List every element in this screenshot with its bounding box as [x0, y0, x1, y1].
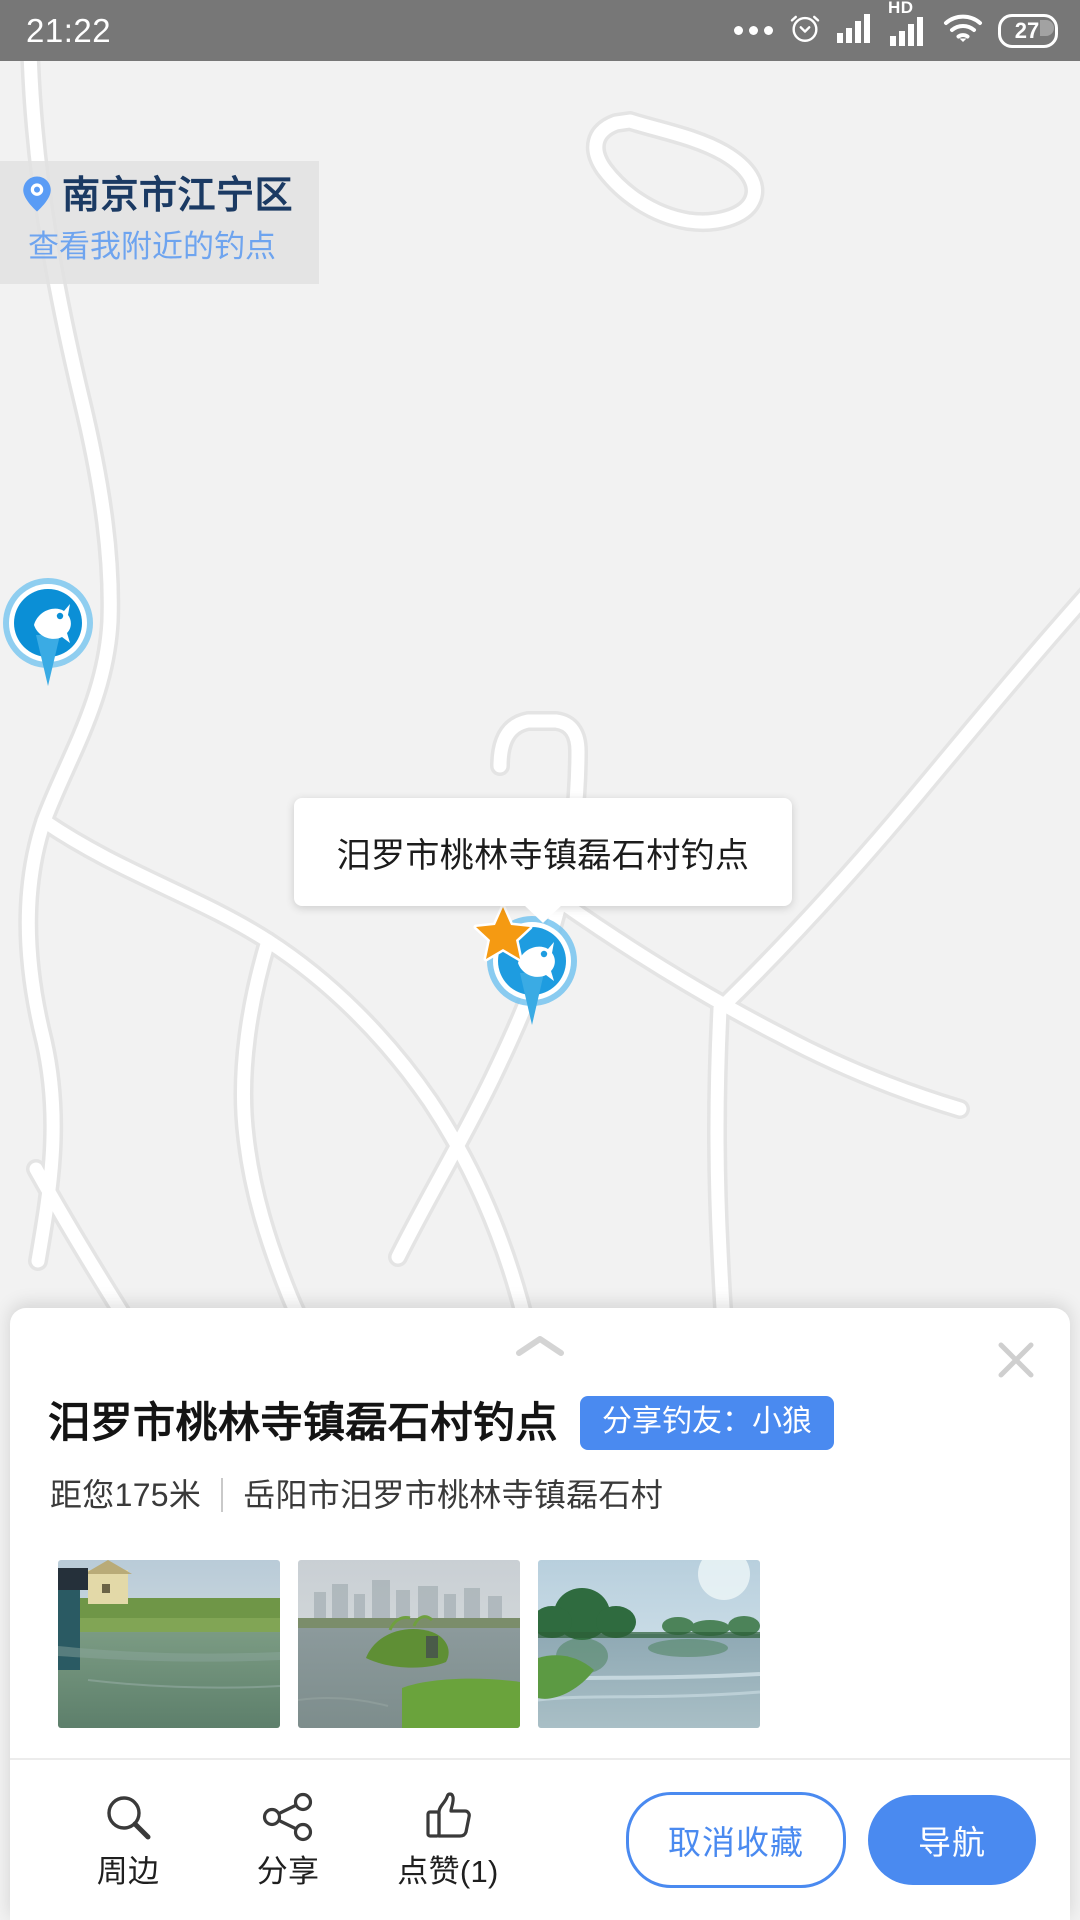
sheet-title-row: 汨罗市桃林寺镇磊石村钓点 分享钓友：小狼: [48, 1396, 1032, 1450]
thumbs-up-icon: [421, 1790, 475, 1849]
like-label: 点赞(1): [397, 1854, 499, 1890]
close-button[interactable]: [978, 1324, 1054, 1400]
share-icon: [261, 1790, 315, 1849]
unfavorite-button[interactable]: 取消收藏: [626, 1792, 846, 1888]
signal-bars-icon: [837, 13, 875, 48]
fishing-spot-photo-2[interactable]: [298, 1560, 520, 1728]
detail-bottom-sheet: 汨罗市桃林寺镇磊石村钓点 分享钓友：小狼 距您175米 岳阳市汨罗市桃林寺镇磊石…: [10, 1308, 1070, 1920]
status-time: 21:22: [26, 12, 112, 49]
share-action[interactable]: 分享: [208, 1790, 368, 1889]
sheet-meta-row: 距您175米 岳阳市汨罗市桃林寺镇磊石村: [50, 1476, 663, 1514]
close-icon: [992, 1336, 1040, 1389]
hd-signal-bars-icon: HD: [888, 0, 928, 46]
nearby-label: 周边: [96, 1854, 160, 1890]
photo-gallery: [58, 1560, 760, 1728]
wifi-icon: [943, 13, 983, 48]
page-title: 汨罗市桃林寺镇磊石村钓点: [48, 1398, 559, 1446]
map-callout[interactable]: 汨罗市桃林寺镇磊石村钓点: [294, 798, 792, 923]
share-friend-badge: 分享钓友：小狼: [580, 1396, 835, 1450]
distance-text: 距您175米: [50, 1477, 202, 1513]
share-label: 分享: [256, 1854, 320, 1890]
status-icons: HD 27: [734, 0, 1058, 50]
location-pin-icon: [22, 175, 52, 218]
location-chip[interactable]: 南京市江宁区 查看我附近的钓点: [0, 161, 320, 285]
fishing-spot-photo-3[interactable]: [538, 1560, 760, 1728]
address-text: 岳阳市汨罗市桃林寺镇磊石村: [243, 1477, 664, 1513]
status-bar: 21:22 HD 27: [0, 0, 1080, 61]
map-callout-text: 汨罗市桃林寺镇磊石村钓点: [336, 836, 750, 875]
hd-label: HD: [888, 0, 914, 17]
fish-pin-icon: [3, 578, 93, 686]
more-dots-icon: [734, 26, 773, 35]
location-chip-title: 南京市江宁区: [62, 175, 294, 217]
battery-icon: 27: [998, 13, 1058, 48]
chevron-up-icon: [515, 1333, 565, 1364]
location-chip-title-row: 南京市江宁区: [22, 175, 293, 219]
primary-actions: 取消收藏 导航: [626, 1792, 1036, 1888]
fishing-spot-marker[interactable]: [0, 573, 98, 706]
location-chip-subtitle[interactable]: 查看我附近的钓点: [22, 229, 293, 265]
like-action[interactable]: 点赞(1): [368, 1790, 528, 1889]
collapse-handle[interactable]: [500, 1330, 580, 1366]
search-icon: [101, 1790, 155, 1849]
navigate-button[interactable]: 导航: [868, 1795, 1036, 1885]
meta-divider: [221, 1478, 224, 1513]
fishing-spot-photo-1[interactable]: [58, 1560, 280, 1728]
battery-level: 27: [1014, 17, 1040, 43]
action-bar: 周边 分享 点赞(1) 取消收藏 导航: [10, 1758, 1070, 1920]
nearby-action[interactable]: 周边: [48, 1790, 208, 1889]
alarm-icon: [788, 11, 822, 50]
